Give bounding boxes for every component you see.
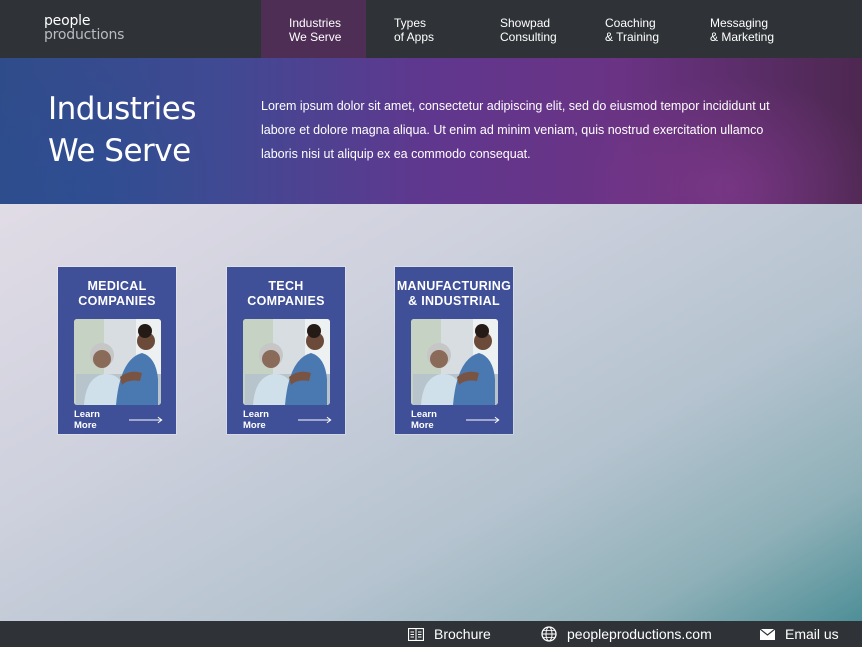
nav-item-label: We Serve	[289, 30, 342, 44]
email-label: Email us	[785, 626, 839, 642]
card-photo	[411, 319, 498, 405]
page-title: Industries We Serve	[48, 88, 248, 172]
nav-item-types-of-apps[interactable]: Types of Apps	[366, 0, 472, 58]
brochure-icon	[408, 627, 424, 641]
nav-item-industries[interactable]: Industries We Serve	[261, 0, 366, 58]
brand-logo-line1: people	[44, 13, 91, 29]
website-link[interactable]: peopleproductions.com	[541, 621, 712, 647]
card-title-line1: MEDICAL	[87, 279, 147, 293]
card-title-line2: & INDUSTRIAL	[408, 294, 500, 308]
nav-item-label: Showpad	[500, 16, 551, 30]
brochure-label: Brochure	[434, 626, 491, 642]
industry-card-manufacturing[interactable]: MANUFACTURING & INDUSTRIAL Learn More	[395, 267, 513, 434]
card-photo	[74, 319, 161, 405]
arrow-right-icon	[129, 416, 163, 424]
page-title-line1: Industries	[48, 91, 197, 127]
card-title: MEDICAL COMPANIES	[58, 279, 176, 309]
card-title: MANUFACTURING & INDUSTRIAL	[395, 279, 513, 309]
nav-item-label: Industries	[289, 16, 342, 30]
nav-item-coaching-training[interactable]: Coaching & Training	[577, 0, 682, 58]
top-navigation-bar: people productions Industries We Serve T…	[0, 0, 862, 58]
card-title-line1: MANUFACTURING	[396, 279, 512, 293]
email-link[interactable]: Email us	[760, 621, 839, 647]
nav-item-label: of Apps	[394, 30, 435, 44]
learn-more-link[interactable]: Learn More	[411, 409, 501, 431]
nav-item-label: Consulting	[500, 30, 557, 44]
card-title: TECH COMPANIES	[227, 279, 345, 309]
brand-logo[interactable]: people productions	[44, 14, 124, 42]
nav-item-label: Messaging	[710, 16, 769, 30]
nav-item-messaging-marketing[interactable]: Messaging & Marketing	[682, 0, 812, 58]
industry-card-tech[interactable]: TECH COMPANIES Learn More	[227, 267, 345, 434]
brochure-link[interactable]: Brochure	[408, 621, 491, 647]
nav-item-label: Coaching	[605, 16, 656, 30]
learn-more-link[interactable]: Learn More	[243, 409, 333, 431]
globe-icon	[541, 626, 557, 642]
arrow-right-icon	[298, 416, 332, 424]
industry-card-medical[interactable]: MEDICAL COMPANIES Learn More	[58, 267, 176, 434]
learn-more-label: Learn More	[74, 409, 100, 431]
nav-item-label: & Training	[605, 30, 660, 44]
nav-item-showpad-consulting[interactable]: Showpad Consulting	[472, 0, 577, 58]
arrow-right-icon	[466, 416, 500, 424]
main-nav: Industries We Serve Types of Apps Showpa…	[261, 0, 812, 58]
card-title-line1: TECH	[268, 279, 304, 293]
website-label: peopleproductions.com	[567, 626, 712, 642]
card-photo	[243, 319, 330, 405]
learn-more-label: Learn More	[411, 409, 437, 431]
nav-item-label: & Marketing	[710, 30, 775, 44]
mail-icon	[760, 628, 775, 640]
learn-more-label: Learn More	[243, 409, 269, 431]
hero-description: Lorem ipsum dolor sit amet, consectetur …	[261, 99, 770, 161]
hero-banner: Industries We Serve Lorem ipsum dolor si…	[0, 58, 862, 204]
brand-logo-line2: productions	[44, 27, 125, 43]
footer-bar: Brochure peopleproductions.com Email us	[0, 621, 862, 647]
page-title-line2: We Serve	[48, 133, 191, 169]
learn-more-link[interactable]: Learn More	[74, 409, 164, 431]
nav-item-label: Types	[394, 16, 427, 30]
card-title-line2: COMPANIES	[247, 294, 325, 308]
card-title-line2: COMPANIES	[78, 294, 156, 308]
main-content: MEDICAL COMPANIES Learn More TECH COMPAN…	[0, 204, 862, 621]
